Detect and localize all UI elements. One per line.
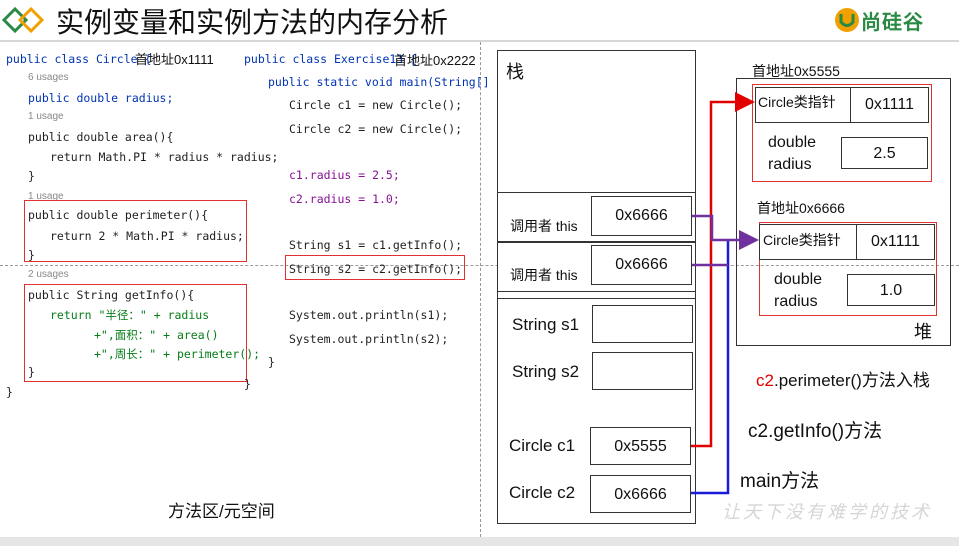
c1-reference-arrow [691,92,755,448]
reference-arrows [691,92,759,495]
this-reference-arrow [692,214,759,250]
watermark-text: 让天下没有难学的技术 [722,502,932,523]
c2-reference-line [691,241,730,495]
bottom-strip [0,537,959,546]
